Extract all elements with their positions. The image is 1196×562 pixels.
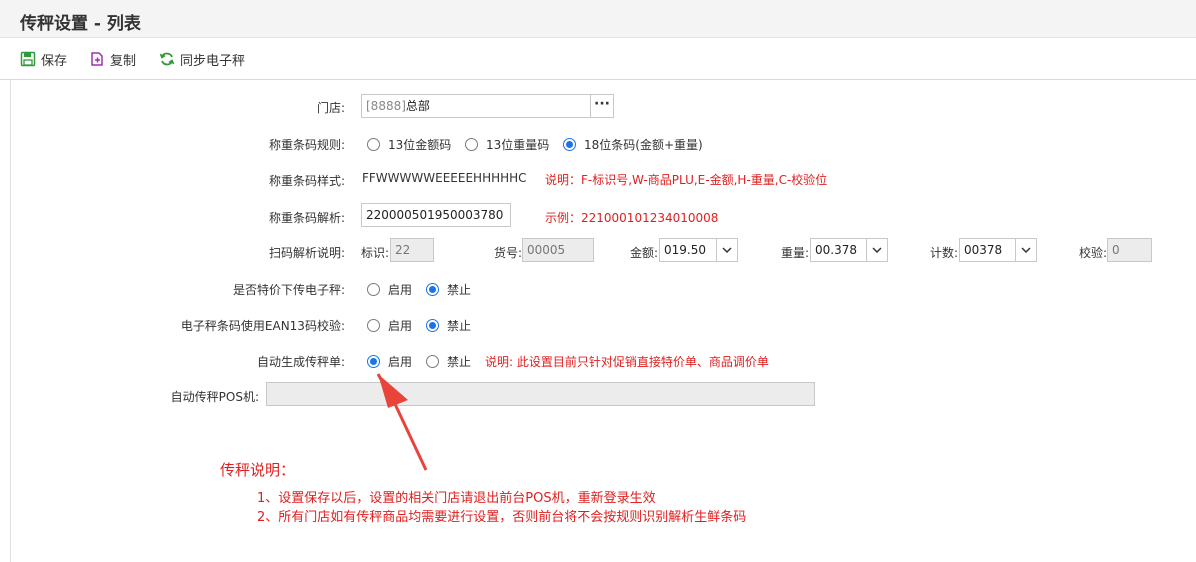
notes-title: 传秤说明：: [220, 461, 296, 479]
ean13-disable-radio[interactable]: [426, 319, 439, 332]
check-input: 0: [1107, 238, 1152, 262]
copy-button[interactable]: 复制: [89, 49, 136, 69]
auto-generate-enable-label: 启用: [388, 355, 413, 369]
auto-generate-disable-label: 禁止: [447, 355, 472, 369]
auto-generate-note: 说明: 此设置目前只针对促销直接特价单、商品调价单: [485, 355, 769, 369]
copy-label: 复制: [110, 53, 137, 69]
barcode-parse-example: 示例：221000101234010008: [545, 211, 719, 225]
title-bar: 传秤设置 - 列表: [0, 0, 1196, 38]
weight-label: 重量:: [781, 246, 810, 260]
special-price-label: 是否特价下传电子秤:: [232, 283, 345, 297]
sync-label: 同步电子秤: [180, 53, 246, 69]
note-item-2: 2、所有门店如有传秤商品均需要进行设置，否则前台将不会按规则识别解析生鲜条码: [257, 510, 747, 525]
scan-explain-label: 扫码解析说明:: [268, 246, 345, 260]
special-price-enable-label: 启用: [388, 283, 413, 297]
store-name: 总部: [405, 99, 430, 113]
page-title: 传秤设置 - 列表: [20, 14, 141, 34]
auto-pos-label: 自动传秤POS机:: [170, 390, 259, 404]
note-item-1: 1、设置保存以后，设置的相关门店请退出前台POS机，重新登录生效: [257, 491, 656, 506]
barcode-rule-label: 称重条码规则:: [268, 138, 345, 152]
copy-icon: [91, 52, 103, 66]
chevron-down-icon: [1021, 247, 1031, 254]
radio-13-weight[interactable]: [465, 138, 478, 151]
barcode-style-note: 说明：F-标识号,W-商品PLU,E-金额,H-重量,C-校验位: [545, 173, 828, 187]
count-select-arrow[interactable]: [1015, 238, 1037, 262]
barcode-style-value: FFWWWWWEEEEEHHHHHC: [362, 171, 527, 185]
special-price-enable-radio[interactable]: [367, 283, 380, 296]
radio-13-amount[interactable]: [367, 138, 380, 151]
check-label: 校验:: [1079, 246, 1108, 260]
sync-icon: [159, 52, 175, 66]
weight-select[interactable]: 00.378: [810, 238, 867, 262]
count-label: 计数:: [930, 246, 959, 260]
auto-generate-label: 自动生成传秤单:: [256, 355, 345, 369]
ean13-enable-label: 启用: [388, 319, 413, 333]
goods-label: 货号:: [494, 246, 523, 260]
chevron-down-icon: [722, 247, 732, 254]
goods-input: 00005: [522, 238, 594, 262]
count-select[interactable]: 00378: [959, 238, 1016, 262]
toolbar: 保存 复制 同步电子秤: [0, 38, 1196, 80]
save-button[interactable]: 保存: [20, 49, 67, 69]
flag-label: 标识:: [361, 246, 390, 260]
save-label: 保存: [41, 53, 68, 69]
auto-generate-disable-radio[interactable]: [426, 355, 439, 368]
radio-18-barcode[interactable]: [563, 138, 576, 151]
special-price-disable-label: 禁止: [447, 283, 472, 297]
store-code: [8888]: [366, 99, 406, 113]
amount-label: 金额:: [630, 246, 659, 260]
amount-select-arrow[interactable]: [716, 238, 738, 262]
special-price-disable-radio[interactable]: [426, 283, 439, 296]
barcode-style-label: 称重条码样式:: [268, 174, 345, 188]
store-input[interactable]: [8888]总部: [361, 94, 591, 118]
barcode-parse-label: 称重条码解析:: [268, 211, 345, 225]
flag-input: 22: [390, 238, 434, 262]
barcode-parse-input[interactable]: 220000501950003780: [361, 203, 511, 227]
ean13-label: 电子秤条码使用EAN13码校验:: [180, 319, 345, 333]
save-icon: [20, 51, 36, 67]
auto-generate-enable-radio[interactable]: [367, 355, 380, 368]
store-label: 门店:: [316, 101, 345, 115]
store-picker-button[interactable]: ···: [590, 94, 614, 118]
radio-18-barcode-label: 18位条码(金额+重量): [584, 138, 703, 152]
weight-select-arrow[interactable]: [866, 238, 888, 262]
radio-13-amount-label: 13位金额码: [388, 138, 452, 152]
chevron-down-icon: [872, 247, 882, 254]
radio-13-weight-label: 13位重量码: [486, 138, 550, 152]
ean13-enable-radio[interactable]: [367, 319, 380, 332]
sync-scale-button[interactable]: 同步电子秤: [159, 49, 245, 69]
ean13-disable-label: 禁止: [447, 319, 472, 333]
auto-pos-input[interactable]: [266, 382, 815, 406]
amount-select[interactable]: 019.50: [659, 238, 717, 262]
